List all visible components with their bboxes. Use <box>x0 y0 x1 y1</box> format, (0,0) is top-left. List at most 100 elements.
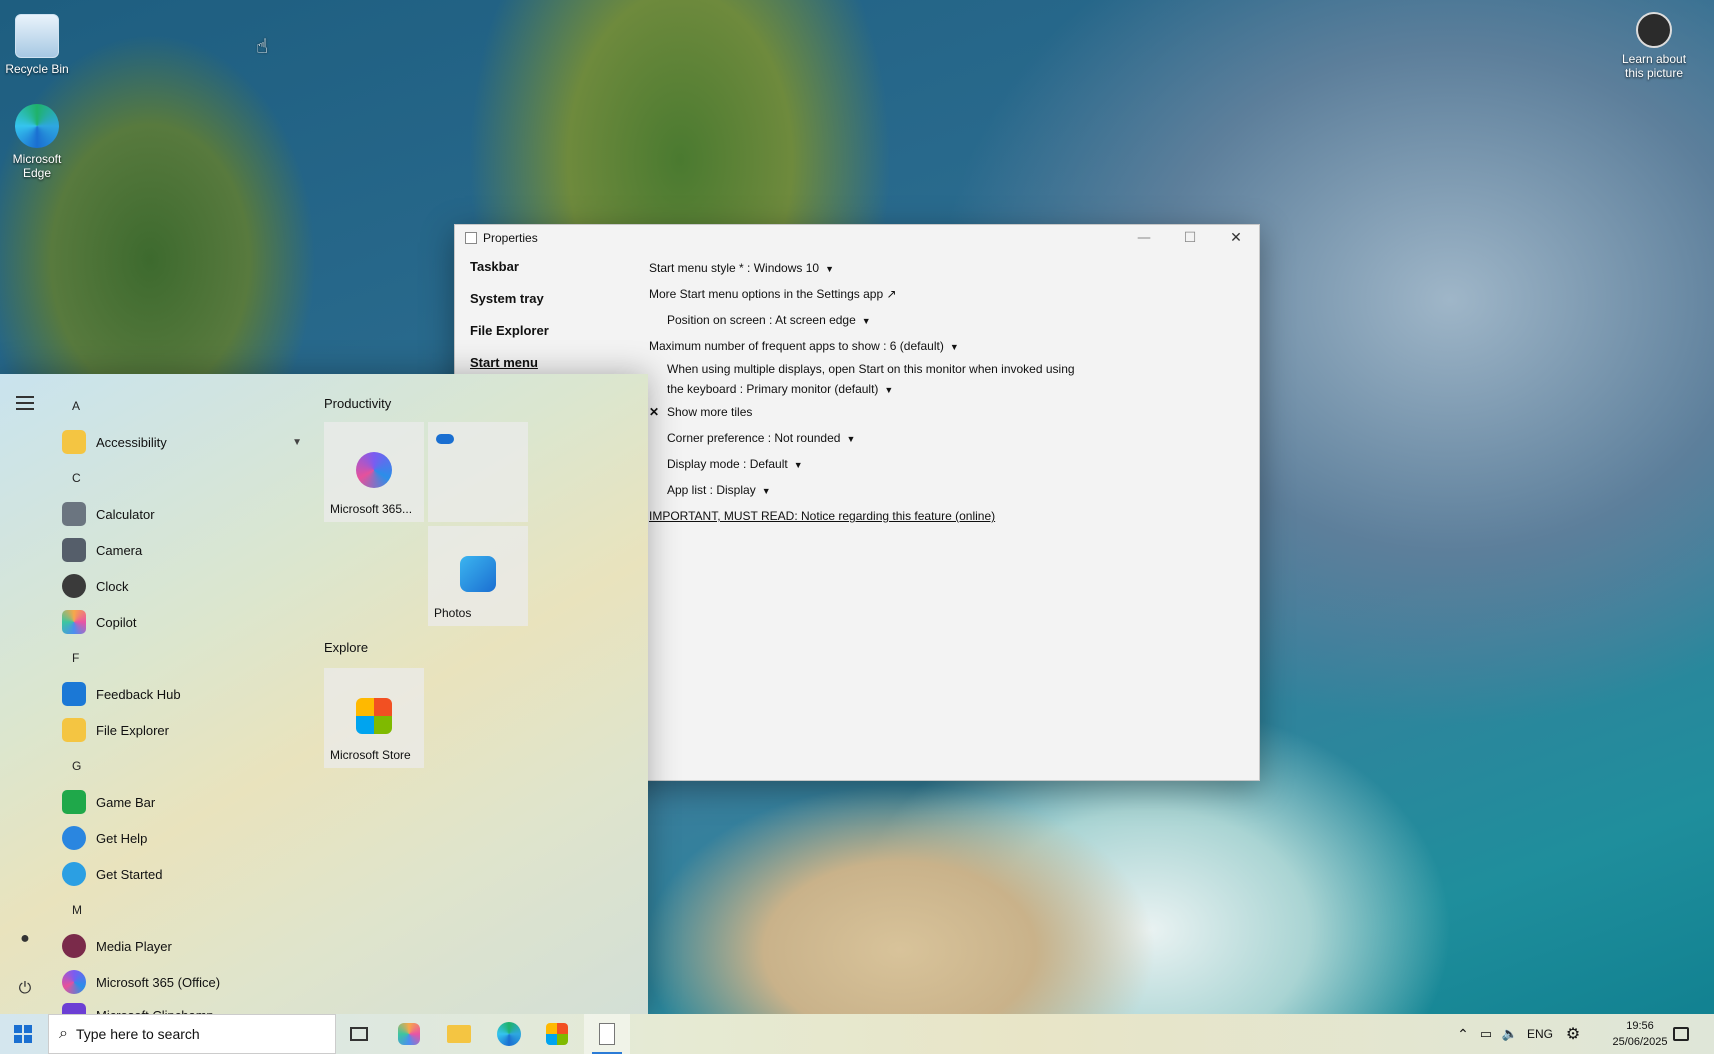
system-tray: ⌃ ▭ 🔈 ENG ⚙ <box>1452 1014 1588 1054</box>
list-item-media-player[interactable]: Media Player <box>62 928 302 964</box>
user-avatar-icon[interactable]: ● <box>15 930 35 950</box>
task-view-button[interactable] <box>336 1014 382 1054</box>
onedrive-cloud-icon <box>436 434 454 444</box>
copilot-icon <box>62 610 86 634</box>
edge-desktop-icon[interactable]: Microsoft Edge <box>0 104 75 180</box>
taskbar-search-input[interactable]: ⌕ Type here to search <box>48 1014 336 1054</box>
nav-file-explorer[interactable]: File Explorer <box>470 323 549 355</box>
power-icon[interactable]: ⏻ <box>15 980 35 1000</box>
tile-photos[interactable]: Photos <box>428 526 528 626</box>
list-item-calculator[interactable]: Calculator <box>62 496 302 532</box>
chevron-up-icon[interactable]: ⌃ <box>1452 1026 1474 1043</box>
app-list-option[interactable]: App list : Display ▼ <box>649 477 1089 503</box>
camera-icon <box>62 538 86 562</box>
max-apps-option[interactable]: Maximum number of frequent apps to show … <box>649 333 1089 359</box>
taskbar-copilot[interactable] <box>386 1014 432 1054</box>
photos-icon <box>460 556 496 592</box>
dropdown-caret-icon: ▼ <box>825 264 834 274</box>
notification-center-button[interactable] <box>1660 1014 1702 1054</box>
nav-taskbar[interactable]: Taskbar <box>470 259 549 291</box>
microsoft-365-icon <box>356 452 392 488</box>
window-app-icon <box>465 232 477 244</box>
properties-app-icon <box>599 1023 615 1045</box>
learn-about-picture-icon[interactable]: Learn about this picture <box>1616 12 1692 80</box>
notice-link[interactable]: IMPORTANT, MUST READ: Notice regarding t… <box>649 503 1089 529</box>
list-item-get-help[interactable]: Get Help <box>62 820 302 856</box>
list-item-get-started[interactable]: Get Started <box>62 856 302 892</box>
list-item-clock[interactable]: Clock <box>62 568 302 604</box>
letter-header[interactable]: A <box>62 388 302 424</box>
folder-icon <box>62 430 86 454</box>
taskbar-store[interactable] <box>534 1014 580 1054</box>
chevron-down-icon: ▼ <box>292 436 302 448</box>
letter-header[interactable]: C <box>62 460 302 496</box>
tile-microsoft-store[interactable]: Microsoft Store <box>324 668 424 768</box>
taskbar: ⌕ Type here to search ⌃ ▭ 🔈 ENG ⚙ 19:56 … <box>0 1014 1714 1054</box>
start-button[interactable] <box>0 1014 46 1054</box>
recycle-bin-desktop-icon[interactable]: Recycle Bin <box>0 14 75 76</box>
windows-logo-icon <box>14 1025 32 1043</box>
notification-icon <box>1673 1027 1689 1041</box>
show-more-tiles-option[interactable]: ✕ Show more tiles <box>649 399 1089 425</box>
folder-icon <box>447 1025 471 1043</box>
multi-display-option[interactable]: When using multiple displays, open Start… <box>649 359 1089 399</box>
check-x-icon: ✕ <box>649 405 660 419</box>
minimize-button[interactable]: — <box>1121 225 1167 251</box>
clock-icon <box>62 574 86 598</box>
edge-icon <box>15 104 59 148</box>
dropdown-caret-icon: ▼ <box>761 486 771 496</box>
list-item-file-explorer[interactable]: File Explorer <box>62 712 302 748</box>
start-rail: ● ⏻ <box>0 374 50 1014</box>
nav-system-tray[interactable]: System tray <box>470 291 549 323</box>
list-item-microsoft-365[interactable]: Microsoft 365 (Office) <box>62 964 302 1000</box>
dropdown-caret-icon: ▼ <box>884 385 894 395</box>
settings-gear-icon[interactable]: ⚙ <box>1558 1024 1588 1044</box>
hamburger-menu-icon[interactable] <box>16 396 34 414</box>
taskbar-file-explorer[interactable] <box>436 1014 482 1054</box>
letter-header[interactable]: G <box>62 748 302 784</box>
letter-header[interactable]: M <box>62 892 302 928</box>
display-mode-option[interactable]: Display mode : Default ▼ <box>649 451 1089 477</box>
taskbar-edge[interactable] <box>486 1014 532 1054</box>
hand-cursor-icon: ☝ <box>256 34 269 58</box>
list-item-camera[interactable]: Camera <box>62 532 302 568</box>
task-view-icon <box>350 1027 368 1041</box>
network-icon[interactable]: ▭ <box>1474 1026 1498 1042</box>
tile-onedrive[interactable] <box>428 422 528 522</box>
dropdown-caret-icon: ▼ <box>793 460 803 470</box>
start-menu-settings: Start menu style * : Windows 10 ▼ More St… <box>649 255 1089 529</box>
dropdown-caret-icon: ▼ <box>949 342 959 352</box>
maximize-button[interactable]: ☐ <box>1167 225 1213 251</box>
tile-microsoft-365[interactable]: Microsoft 365... <box>324 422 424 522</box>
folder-icon <box>62 718 86 742</box>
edge-label: Microsoft Edge <box>12 152 62 180</box>
position-option[interactable]: Position on screen : At screen edge ▼ <box>649 307 1089 333</box>
close-button[interactable]: ✕ <box>1213 225 1259 251</box>
taskbar-properties-app[interactable] <box>584 1014 630 1054</box>
dropdown-caret-icon: ▼ <box>861 316 871 326</box>
volume-icon[interactable]: 🔈 <box>1498 1026 1522 1042</box>
recycle-bin-label: Recycle Bin <box>5 62 69 76</box>
list-item-copilot[interactable]: Copilot <box>62 604 302 640</box>
camera-circle-icon <box>1636 12 1672 48</box>
edge-icon <box>497 1022 521 1046</box>
copilot-icon <box>398 1023 420 1045</box>
list-item-feedback-hub[interactable]: Feedback Hub <box>62 676 302 712</box>
list-item-game-bar[interactable]: Game Bar <box>62 784 302 820</box>
dropdown-caret-icon: ▼ <box>846 434 856 444</box>
language-indicator[interactable]: ENG <box>1522 1027 1558 1041</box>
feedback-hub-icon <box>62 682 86 706</box>
group-title-productivity[interactable]: Productivity <box>324 388 391 420</box>
media-player-icon <box>62 934 86 958</box>
app-list: A Accessibility ▼ C Calculator Camera Clo… <box>62 388 302 1030</box>
learn-about-picture-label: Learn about this picture <box>1621 52 1687 80</box>
letter-header[interactable]: F <box>62 640 302 676</box>
start-menu-style-option[interactable]: Start menu style * : Windows 10 ▼ <box>649 255 1089 281</box>
store-icon <box>546 1023 568 1045</box>
search-icon: ⌕ <box>59 1025 68 1042</box>
list-item-accessibility[interactable]: Accessibility ▼ <box>62 424 302 460</box>
calculator-icon <box>62 502 86 526</box>
corner-preference-option[interactable]: Corner preference : Not rounded ▼ <box>649 425 1089 451</box>
group-title-explore[interactable]: Explore <box>324 632 368 664</box>
more-options-link[interactable]: More Start menu options in the Settings … <box>649 281 1089 307</box>
